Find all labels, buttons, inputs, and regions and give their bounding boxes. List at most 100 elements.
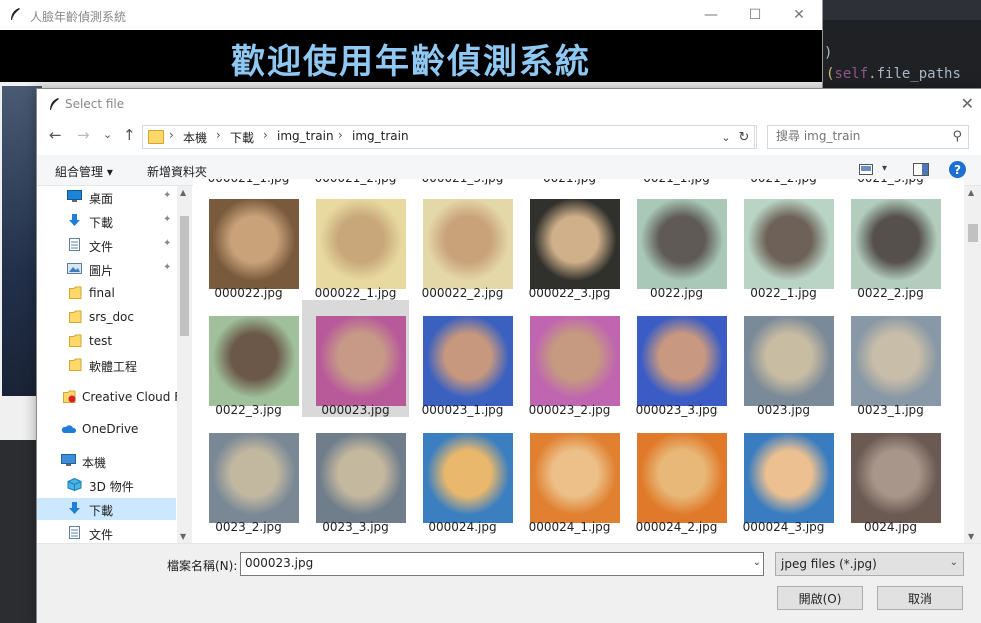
- code-line-1: ): [824, 45, 833, 61]
- recent-locations-button[interactable]: ⌄: [103, 128, 112, 141]
- file-name: 000022_1.jpg: [314, 286, 397, 300]
- back-button[interactable]: ←: [49, 126, 62, 144]
- change-view-icon[interactable]: [859, 164, 873, 175]
- scroll-up-icon[interactable]: ▲: [180, 188, 186, 197]
- filetype-value: jpeg files (*.jpg): [781, 557, 877, 571]
- file-tile[interactable]: 000023_2.jpg: [516, 300, 623, 417]
- nav-item-software-engineering[interactable]: 軟體工程: [37, 354, 176, 376]
- file-tile[interactable]: 000024_1.jpg: [516, 417, 623, 534]
- nav-item-label: 3D 物件: [89, 480, 134, 494]
- close-button[interactable]: ✕: [776, 0, 822, 30]
- scrollbar-thumb[interactable]: [180, 216, 189, 336]
- file-tile[interactable]: 0023_1.jpg: [837, 300, 944, 417]
- breadcrumb-img-train-current[interactable]: img_train: [352, 129, 409, 143]
- help-icon[interactable]: ?: [949, 161, 966, 178]
- file-tile[interactable]: 000023.jpg: [302, 300, 409, 417]
- file-tile[interactable]: 0022_1.jpg: [730, 183, 837, 300]
- file-thumbnail: [530, 433, 620, 523]
- chevron-down-icon[interactable]: ⌄: [753, 557, 761, 568]
- new-folder-button[interactable]: 新增資料夾: [147, 163, 207, 180]
- file-name: 000024_1.jpg: [528, 520, 611, 534]
- nav-item-documents-pc[interactable]: 文件: [37, 522, 176, 544]
- document-icon: [69, 238, 80, 251]
- file-tile[interactable]: 000022_1.jpg: [302, 183, 409, 300]
- search-icon[interactable]: ⚲: [952, 129, 962, 144]
- file-tile[interactable]: 0023.jpg: [730, 300, 837, 417]
- file-tile[interactable]: 0023_3.jpg: [302, 417, 409, 534]
- file-tile[interactable]: 000024.jpg: [409, 417, 516, 534]
- file-thumbnail: [209, 433, 299, 523]
- nav-item-downloads-selected[interactable]: 下載: [37, 498, 176, 520]
- nav-item-desktop[interactable]: 桌面 ✦: [37, 186, 176, 208]
- nav-item-final[interactable]: final: [37, 282, 176, 304]
- nav-item-srs-doc[interactable]: srs_doc: [37, 306, 176, 328]
- file-tile[interactable]: 000023_1.jpg: [409, 300, 516, 417]
- breadcrumb-img-train[interactable]: img_train: [277, 129, 334, 143]
- nav-item-test[interactable]: test: [37, 330, 176, 352]
- pc-icon: [61, 454, 76, 466]
- breadcrumb-separator: ›: [169, 128, 174, 142]
- file-tile[interactable]: 0023_2.jpg: [195, 417, 302, 534]
- filetype-select[interactable]: jpeg files (*.jpg) ⌄: [775, 552, 964, 576]
- search-box[interactable]: ⚲: [767, 125, 969, 149]
- file-thumbnail: [744, 316, 834, 406]
- file-tile[interactable]: 000022.jpg: [195, 183, 302, 300]
- nav-item-documents[interactable]: 文件 ✦: [37, 234, 176, 256]
- file-tile[interactable]: 0022_3.jpg: [195, 300, 302, 417]
- file-tile[interactable]: 0022_2.jpg: [837, 183, 944, 300]
- nav-item-3d-objects[interactable]: 3D 物件: [37, 474, 176, 496]
- nav-item-pictures[interactable]: 圖片 ✦: [37, 258, 176, 280]
- breadcrumb-this-pc[interactable]: 本機: [183, 129, 207, 146]
- forward-button[interactable]: →: [77, 126, 90, 144]
- nav-pane-scrollbar[interactable]: ▲ ▼: [177, 186, 192, 543]
- folder-icon: [69, 334, 82, 347]
- nav-item-this-pc[interactable]: 本機: [37, 450, 176, 472]
- maximize-button[interactable]: ☐: [732, 0, 778, 30]
- filename-combobox[interactable]: ⌄: [240, 552, 764, 576]
- file-name: 0023_3.jpg: [322, 520, 389, 534]
- file-name: 000023_3.jpg: [635, 403, 718, 417]
- desktop-icon: [67, 190, 82, 202]
- file-name: 000022_2.jpg: [421, 286, 504, 300]
- file-tile[interactable]: 000022_3.jpg: [516, 183, 623, 300]
- preview-pane-icon[interactable]: [913, 163, 929, 176]
- file-name: 0022.jpg: [650, 286, 703, 300]
- address-bar[interactable]: › 本機 › 下載 › img_train › img_train ⌄: [142, 125, 757, 149]
- nav-item-label: OneDrive: [82, 422, 139, 436]
- scroll-down-icon[interactable]: ▼: [180, 532, 186, 541]
- search-input[interactable]: [776, 129, 936, 143]
- scroll-up-icon[interactable]: ▲: [968, 188, 974, 197]
- scrollbar-thumb[interactable]: [968, 224, 978, 242]
- nav-item-downloads[interactable]: 下載 ✦: [37, 210, 176, 232]
- open-button[interactable]: 開啟(O): [777, 586, 863, 610]
- organize-button[interactable]: 組合管理 ▾: [55, 163, 113, 180]
- view-menu-chevron-icon[interactable]: ▾: [882, 163, 887, 174]
- file-tile[interactable]: 000024_2.jpg: [623, 417, 730, 534]
- nav-item-label: 下載: [89, 216, 114, 230]
- cancel-button[interactable]: 取消: [877, 586, 963, 610]
- dialog-close-button[interactable]: ✕: [961, 94, 974, 113]
- file-tile[interactable]: 000022_2.jpg: [409, 183, 516, 300]
- address-dropdown-icon[interactable]: ⌄: [716, 126, 736, 148]
- file-tile[interactable]: 0022.jpg: [623, 183, 730, 300]
- scroll-down-icon[interactable]: ▼: [968, 532, 974, 541]
- dialog-footer: 檔案名稱(N): ⌄ jpeg files (*.jpg) ⌄ 開啟(O) 取消: [37, 543, 981, 623]
- chevron-down-icon[interactable]: ⌄: [950, 557, 958, 568]
- breadcrumb-separator: ›: [338, 128, 343, 142]
- up-button[interactable]: ↑: [123, 126, 136, 144]
- file-thumbnail: [423, 199, 513, 289]
- refresh-button[interactable]: ↻: [734, 125, 755, 149]
- file-tile[interactable]: 000024_3.jpg: [730, 417, 837, 534]
- tk-feather-icon: [11, 8, 20, 20]
- nav-item-onedrive[interactable]: OneDrive: [37, 418, 176, 440]
- file-thumbnail: [637, 199, 727, 289]
- file-thumbnail: [637, 433, 727, 523]
- dialog-titlebar: Select file ✕: [37, 89, 981, 119]
- file-grid-scrollbar[interactable]: ▲ ▼: [964, 186, 981, 543]
- file-tile[interactable]: 000023_3.jpg: [623, 300, 730, 417]
- minimize-button[interactable]: —: [688, 0, 734, 30]
- file-tile[interactable]: 0024.jpg: [837, 417, 944, 534]
- breadcrumb-downloads[interactable]: 下載: [230, 129, 254, 146]
- nav-item-creative-cloud[interactable]: Creative Cloud Fi: [37, 386, 184, 408]
- filename-input[interactable]: [245, 556, 735, 570]
